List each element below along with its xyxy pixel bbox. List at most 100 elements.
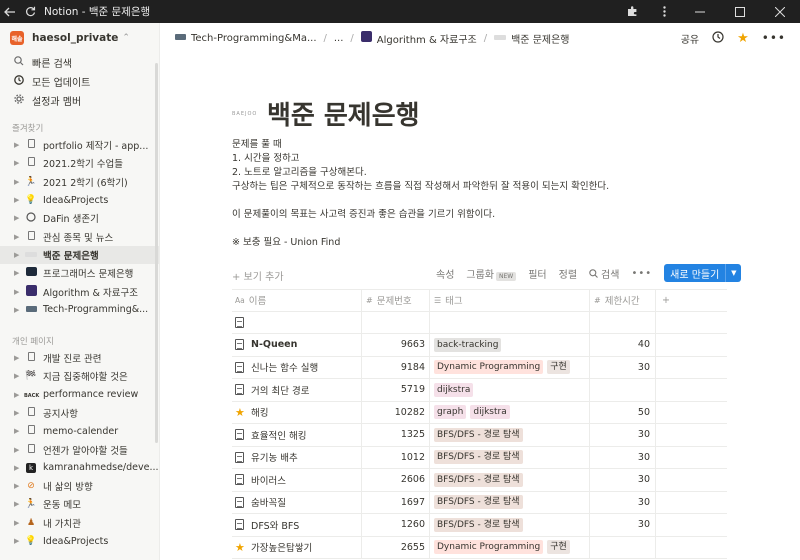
tag-pill[interactable]: Dynamic Programming [434,540,544,555]
table-row[interactable]: 거의 최단 경로 5719 dijkstra [232,379,727,402]
refresh-icon[interactable] [20,0,40,23]
caret-right-icon[interactable]: ▶ [14,537,24,545]
minimize-icon[interactable] [680,11,720,13]
cell-time[interactable]: 30 [590,514,656,536]
search-button[interactable]: 검색 [589,266,619,281]
cell-time[interactable] [590,536,656,558]
column-header-time[interactable]: # 제한시간 [590,290,656,311]
favorite-item-1[interactable]: ▶ 2021.2학기 수업들 [0,154,159,172]
cell-tags[interactable]: BFS/DFS - 경로 탐색 [430,491,590,513]
tag-pill[interactable]: BFS/DFS - 경로 탐색 [434,472,523,487]
cell-number[interactable]: 10282 [362,401,430,423]
cell-tags[interactable]: dijkstra [430,379,590,401]
cell-time[interactable]: 30 [590,446,656,468]
breadcrumb-item-3[interactable]: 백준 문제은행 [494,31,570,46]
cell-time[interactable]: 30 [590,491,656,513]
workspace-switcher[interactable]: 해솔 haesol_private ⌃ [0,23,159,53]
private-item-4[interactable]: ▶ memo-calender [0,422,159,440]
table-row[interactable]: N-Queen 9663 back-tracking 40 [232,334,727,357]
cell-number[interactable]: 2655 [362,536,430,558]
tag-pill[interactable]: BFS/DFS - 경로 탐색 [434,495,523,510]
cell-tags[interactable]: Dynamic Programming 구현 [430,536,590,558]
cell-tags[interactable]: Dynamic Programming 구현 [430,356,590,378]
caret-right-icon[interactable]: ▶ [14,178,24,186]
favorite-item-3[interactable]: ▶ 💡 Idea&Projects [0,191,159,209]
breadcrumb-item-0[interactable]: Tech-Programming&Ma... [175,33,317,44]
caret-right-icon[interactable]: ▶ [14,288,24,296]
caret-right-icon[interactable]: ▶ [14,251,24,259]
extension-puzzle-icon[interactable] [616,6,648,17]
table-row[interactable]: ★ 해킹 10282 graph dijkstra 50 [232,401,727,424]
breadcrumb-item-1[interactable]: ... [334,33,344,44]
tag-pill[interactable]: 구현 [547,360,570,375]
table-row[interactable]: 효율적인 해킹 1325 BFS/DFS - 경로 탐색 30 [232,424,727,447]
cell-tags[interactable]: BFS/DFS - 경로 탐색 [430,514,590,536]
tag-pill[interactable]: BFS/DFS - 경로 탐색 [434,517,523,532]
cell-number[interactable]: 9184 [362,356,430,378]
tag-pill[interactable]: dijkstra [434,382,474,397]
private-item-5[interactable]: ▶ 언젠가 알아야할 것들 [0,440,159,458]
caret-right-icon[interactable]: ▶ [14,354,24,362]
favorite-star-icon[interactable]: ★ [737,31,749,46]
cell-number[interactable]: 1325 [362,424,430,446]
share-button[interactable]: 공유 [681,31,699,46]
cell-number[interactable]: 5719 [362,379,430,401]
description-line[interactable]: 구상하는 팁은 구체적으로 동작하는 흐름을 직접 작성해서 파악한뒤 잘 적용… [232,180,752,194]
caret-right-icon[interactable]: ▶ [14,482,24,490]
cell-name[interactable]: 거의 최단 경로 [232,379,362,401]
favorite-item-4[interactable]: ▶ DaFin 생존기 [0,209,159,227]
filter-button[interactable]: 필터 [528,266,546,281]
tag-pill[interactable]: back-tracking [434,337,502,352]
cell-number[interactable]: 1012 [362,446,430,468]
description-line[interactable]: 1. 시간을 정하고 [232,152,752,166]
tag-pill[interactable]: dijkstra [470,405,510,420]
history-clock-icon[interactable] [712,30,724,46]
cell-time[interactable]: 30 [590,424,656,446]
cell-tags[interactable]: graph dijkstra [430,401,590,423]
column-header-name[interactable]: Aa 이름 [232,290,362,311]
caret-right-icon[interactable]: ▶ [14,233,24,241]
add-column-plus-icon[interactable]: + [656,290,727,311]
sidebar-settings-members[interactable]: 설정과 멤버 [0,91,159,110]
chevron-down-icon[interactable]: ▼ [725,264,741,282]
sort-button[interactable]: 정렬 [559,266,577,281]
cell-name[interactable]: N-Queen [232,334,362,356]
maximize-icon[interactable] [720,6,760,17]
description-line[interactable] [232,222,752,236]
caret-right-icon[interactable]: ▶ [14,141,24,149]
tag-pill[interactable]: Dynamic Programming [434,360,544,375]
tag-pill[interactable]: 구현 [547,540,570,555]
cell-number[interactable]: 1697 [362,491,430,513]
cell-tags[interactable]: BFS/DFS - 경로 탐색 [430,424,590,446]
properties-button[interactable]: 속성 [436,266,454,281]
cell-tags[interactable]: BFS/DFS - 경로 탐색 [430,469,590,491]
cell-name[interactable]: 유기농 배추 [232,446,362,468]
favorite-item-2[interactable]: ▶ 🏃 2021 2학기 (6학기) [0,173,159,191]
favorite-item-5[interactable]: ▶ 관심 종목 및 뉴스 [0,227,159,245]
cell-time[interactable] [590,311,656,333]
table-row[interactable]: ★ 가장높은탑쌓기 2655 Dynamic Programming 구현 [232,536,727,559]
sidebar-all-updates[interactable]: 모든 업데이트 [0,72,159,91]
favorite-item-9[interactable]: ▶ Tech-Programming&... [0,301,159,319]
favorite-item-6[interactable]: ▶ 백준 문제은행 [0,245,159,265]
page-icon-baekjoon[interactable]: BAEJOO [232,107,256,121]
page-title[interactable]: 백준 문제은행 [267,95,420,132]
cell-tags[interactable]: back-tracking [430,334,590,356]
tag-pill[interactable]: BFS/DFS - 경로 탐색 [434,450,523,465]
favorite-item-8[interactable]: ▶ Algorithm & 자료구조 [0,282,159,300]
table-row[interactable]: 숨바꼭질 1697 BFS/DFS - 경로 탐색 30 [232,491,727,514]
caret-right-icon[interactable]: ▶ [14,306,24,314]
description-line[interactable]: ※ 보충 필요 - Union Find [232,236,752,250]
favorite-item-7[interactable]: ▶ 프로그래머스 문제은행 [0,264,159,282]
private-item-0[interactable]: ▶ 개발 진로 관련 [0,349,159,367]
cell-number[interactable]: 9663 [362,334,430,356]
cell-time[interactable]: 50 [590,401,656,423]
private-item-7[interactable]: ▶ ⊘ 내 삶의 방향 [0,477,159,495]
close-icon[interactable] [760,6,800,17]
caret-right-icon[interactable]: ▶ [14,391,24,399]
table-row[interactable]: 바이러스 2606 BFS/DFS - 경로 탐색 30 [232,469,727,492]
cell-time[interactable]: 30 [590,356,656,378]
caret-right-icon[interactable]: ▶ [14,214,24,222]
more-options-icon[interactable]: ••• [631,268,652,279]
private-item-8[interactable]: ▶ 🏃 운동 메모 [0,495,159,513]
